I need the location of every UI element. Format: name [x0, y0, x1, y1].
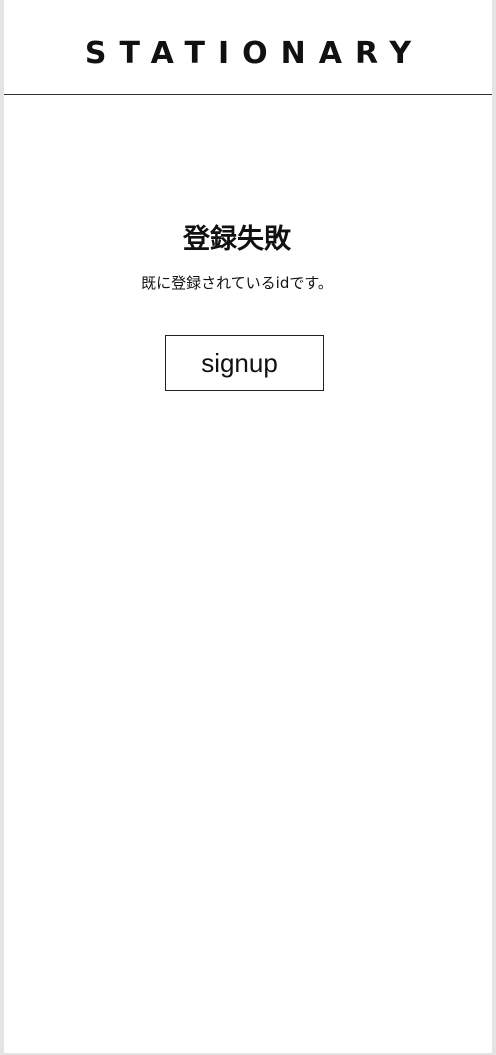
signup-button[interactable]: signup — [165, 335, 324, 391]
site-logo[interactable]: STATIONARY — [4, 34, 492, 74]
page: STATIONARY 登録失敗 既に登録されているidです。 signup — [4, 0, 492, 1053]
error-message: 既に登録されているidです。 — [141, 274, 333, 292]
header: STATIONARY — [4, 0, 492, 95]
page-title: 登録失敗 — [183, 224, 291, 255]
